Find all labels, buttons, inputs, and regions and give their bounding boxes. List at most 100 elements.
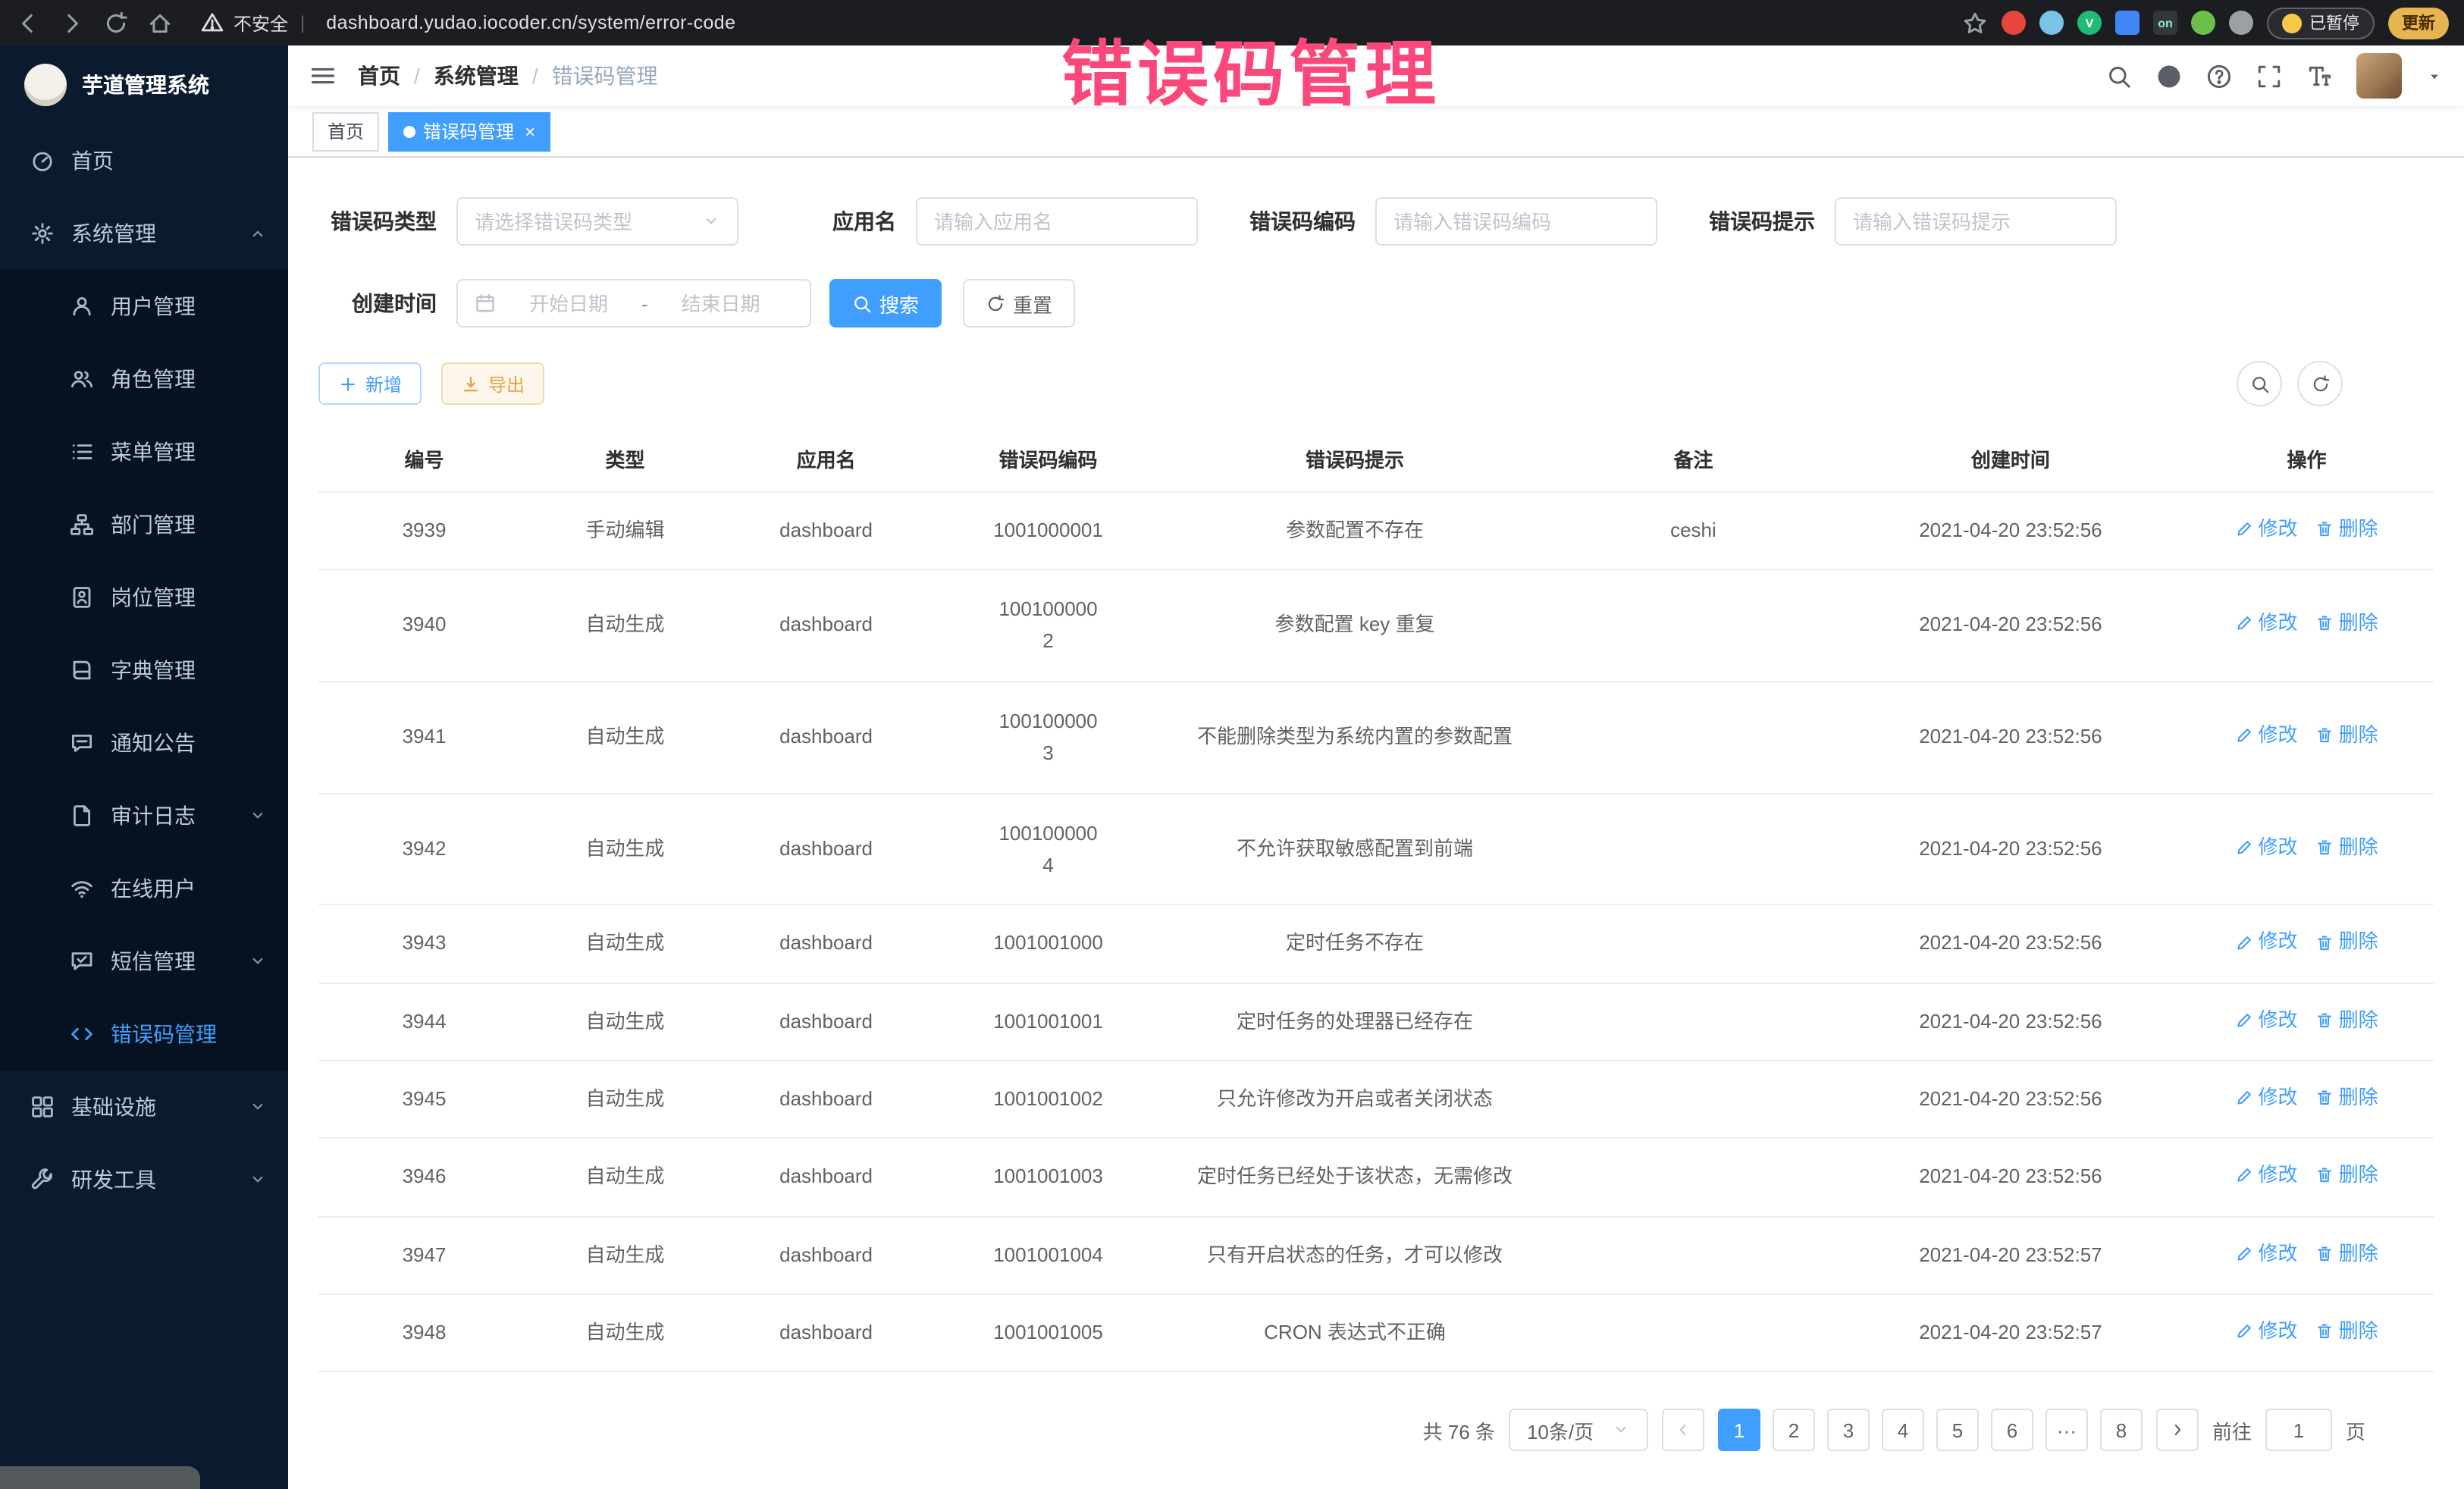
sidebar-item-dept[interactable]: 部门管理: [0, 488, 288, 561]
refresh-table-button[interactable]: [2297, 361, 2343, 406]
row-type: 自动生成: [530, 569, 720, 682]
row-type: 手动编辑: [530, 491, 720, 569]
hamburger-icon[interactable]: [309, 62, 337, 89]
edit-link[interactable]: 修改: [2236, 722, 2298, 749]
page-button-8[interactable]: 8: [2100, 1409, 2143, 1451]
green-extension-icon[interactable]: [2191, 11, 2215, 35]
date-range-picker[interactable]: -: [456, 279, 811, 328]
delete-link[interactable]: 删除: [2316, 610, 2378, 637]
end-date-input[interactable]: [657, 292, 785, 315]
sidebar-item-menu[interactable]: 菜单管理: [0, 415, 288, 488]
header-search-icon[interactable]: [2106, 63, 2132, 89]
page-ellipsis[interactable]: ···: [2045, 1409, 2088, 1451]
edit-link[interactable]: 修改: [2236, 834, 2298, 861]
edit-link[interactable]: 修改: [2236, 1240, 2298, 1267]
delete-link[interactable]: 删除: [2316, 1084, 2378, 1111]
start-date-input[interactable]: [505, 292, 632, 315]
vue-devtools-extension-icon[interactable]: V: [2077, 11, 2102, 35]
delete-link[interactable]: 删除: [2316, 1240, 2378, 1267]
sidebar-item-sms[interactable]: 短信管理: [0, 925, 288, 998]
page-size-select[interactable]: 10条/页: [1509, 1409, 1648, 1451]
sidebar-item-error-code[interactable]: 错误码管理: [0, 998, 288, 1071]
puzzle-extension-icon[interactable]: [2229, 11, 2253, 35]
grid-extension-icon[interactable]: [2115, 11, 2140, 35]
breadcrumb-item[interactable]: 系统管理: [434, 61, 519, 91]
edit-link[interactable]: 修改: [2236, 515, 2298, 542]
bookmark-star-icon[interactable]: [1962, 10, 1988, 36]
edit-link[interactable]: 修改: [2236, 1084, 2298, 1111]
delete-link[interactable]: 删除: [2316, 834, 2378, 861]
sidebar-item-dev-tools[interactable]: 研发工具: [0, 1143, 288, 1216]
error-message-field[interactable]: [1835, 197, 2117, 246]
page-button-6[interactable]: 6: [1991, 1409, 2033, 1451]
delete-link[interactable]: 删除: [2316, 515, 2378, 542]
edit-link[interactable]: 修改: [2236, 1318, 2298, 1345]
sidebar-item-dict[interactable]: 字典管理: [0, 634, 288, 707]
app-name-input[interactable]: [934, 210, 1180, 233]
delete-link[interactable]: 删除: [2316, 1162, 2378, 1190]
app-logo[interactable]: 芋道管理系统: [0, 45, 288, 124]
update-button[interactable]: 更新: [2388, 7, 2449, 39]
home-icon[interactable]: [147, 10, 173, 36]
error-code-field[interactable]: [1375, 197, 1657, 246]
search-button[interactable]: 搜索: [829, 279, 942, 328]
font-size-icon[interactable]: [2306, 63, 2332, 89]
sidebar-item-role[interactable]: 角色管理: [0, 343, 288, 415]
edit-link[interactable]: 修改: [2236, 610, 2298, 637]
tab-error-code[interactable]: 错误码管理×: [388, 111, 550, 151]
error-type-select[interactable]: [456, 197, 738, 246]
edit-icon: [2236, 933, 2254, 951]
tab-home[interactable]: 首页: [312, 111, 379, 151]
breadcrumb-item[interactable]: 首页: [358, 61, 400, 91]
sidebar-item-online-user[interactable]: 在线用户: [0, 852, 288, 925]
reload-icon[interactable]: [103, 10, 129, 36]
help-icon[interactable]: [2206, 63, 2232, 89]
error-code-input[interactable]: [1393, 210, 1639, 233]
sidebar-item-user[interactable]: 用户管理: [0, 270, 288, 343]
sidebar-item-system[interactable]: 系统管理: [0, 197, 288, 270]
add-button[interactable]: 新增: [318, 362, 422, 405]
page-button-2[interactable]: 2: [1773, 1409, 1815, 1451]
edit-link[interactable]: 修改: [2236, 1006, 2298, 1033]
paused-badge[interactable]: 已暂停: [2267, 7, 2375, 39]
error-message-input[interactable]: [1853, 210, 2099, 233]
error-type-select-input[interactable]: [475, 210, 693, 233]
caret-down-icon[interactable]: [2426, 67, 2443, 84]
sidebar-item-infra[interactable]: 基础设施: [0, 1071, 288, 1143]
next-page-button[interactable]: [2156, 1409, 2199, 1451]
dark-extension-icon[interactable]: on: [2153, 11, 2177, 35]
avatar[interactable]: [2356, 53, 2402, 99]
forward-icon[interactable]: [59, 10, 85, 36]
reset-button[interactable]: 重置: [963, 279, 1075, 328]
delete-link[interactable]: 删除: [2316, 1318, 2378, 1345]
page-button-1[interactable]: 1: [1718, 1409, 1760, 1451]
page-button-5[interactable]: 5: [1936, 1409, 1979, 1451]
delete-link[interactable]: 删除: [2316, 722, 2378, 749]
fullscreen-icon[interactable]: [2256, 63, 2282, 89]
delete-link[interactable]: 删除: [2316, 1006, 2378, 1033]
app-name-field[interactable]: [916, 197, 1198, 246]
sidebar-item-post[interactable]: 岗位管理: [0, 561, 288, 634]
toggle-search-button[interactable]: [2237, 361, 2282, 406]
github-icon[interactable]: [2156, 63, 2182, 89]
sidebar-item-notice[interactable]: 通知公告: [0, 707, 288, 779]
column-header: 操作: [2180, 428, 2434, 491]
sidebar-item-audit-log[interactable]: 审计日志: [0, 779, 288, 852]
goto-page-input[interactable]: [2265, 1409, 2332, 1451]
edit-link[interactable]: 修改: [2236, 1162, 2298, 1190]
trash-icon: [2316, 1322, 2334, 1340]
page-button-4[interactable]: 4: [1882, 1409, 1924, 1451]
back-icon[interactable]: [15, 10, 41, 36]
record-extension-icon[interactable]: [2002, 11, 2026, 35]
close-icon[interactable]: ×: [525, 121, 535, 142]
site-security[interactable]: 不安全 |: [200, 10, 308, 36]
delete-link[interactable]: 删除: [2316, 929, 2378, 956]
row-id: 3942: [318, 793, 530, 905]
prev-page-button[interactable]: [1662, 1409, 1704, 1451]
drop-extension-icon[interactable]: [2039, 11, 2064, 35]
sidebar-item-home[interactable]: 首页: [0, 124, 288, 197]
url-text[interactable]: dashboard.yudao.iocoder.cn/system/error-…: [326, 12, 735, 33]
export-button[interactable]: 导出: [441, 362, 544, 405]
edit-link[interactable]: 修改: [2236, 929, 2298, 956]
page-button-3[interactable]: 3: [1827, 1409, 1870, 1451]
